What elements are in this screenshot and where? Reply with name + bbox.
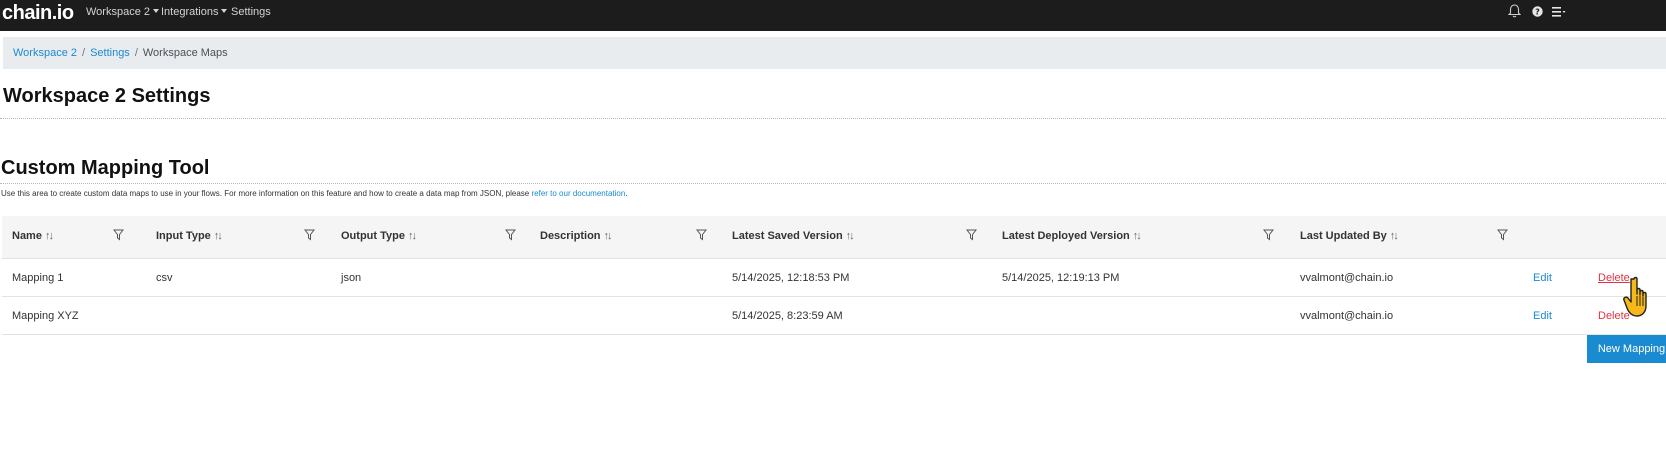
help-text: Use this area to create custom data maps…: [1, 189, 628, 198]
filter-icon[interactable]: [505, 229, 516, 241]
new-mapping-button[interactable]: New Mapping: [1587, 335, 1666, 363]
breadcrumb-separator: /: [82, 47, 86, 59]
sort-icon[interactable]: ↑↓: [604, 230, 613, 242]
table-header: Name ↑↓ Input Type ↑↓ Output Type ↑↓ Descri…: [2, 216, 1666, 259]
divider: [0, 183, 1666, 184]
column-header-description[interactable]: Description ↑↓: [540, 230, 613, 242]
sort-icon[interactable]: ↑↓: [408, 230, 417, 242]
breadcrumb-settings-link[interactable]: Settings: [90, 47, 130, 59]
menu-icon[interactable]: [1552, 7, 1566, 17]
sort-icon[interactable]: ↑↓: [45, 230, 54, 242]
page-title: Workspace 2 Settings: [3, 85, 211, 107]
breadcrumb: Workspace 2 / Settings / Workspace Maps: [13, 46, 228, 60]
column-header-name[interactable]: Name ↑↓: [12, 230, 54, 242]
sort-icon[interactable]: ↑↓: [846, 230, 855, 242]
nav-integrations-dropdown[interactable]: Integrations: [161, 5, 228, 19]
bell-icon[interactable]: [1508, 4, 1521, 18]
caret-down-icon: [153, 9, 159, 13]
column-header-last-updated-by[interactable]: Last Updated By ↑↓: [1300, 230, 1399, 242]
breadcrumb-current: Workspace Maps: [142, 47, 228, 59]
cell-updated-by: vvalmont@chain.io: [1300, 272, 1394, 284]
cell-input-type: csv: [156, 272, 173, 284]
filter-icon[interactable]: [696, 229, 707, 241]
filter-icon[interactable]: [1263, 229, 1274, 241]
caret-down-icon: [221, 9, 228, 13]
table-row: Mapping 1 csv json 5/14/2025, 12:18:53 P…: [2, 259, 1666, 297]
sort-icon[interactable]: ↑↓: [1390, 230, 1399, 242]
edit-link[interactable]: Edit: [1533, 272, 1552, 284]
cell-name: Mapping 1: [12, 272, 64, 284]
hand-cursor-icon: [1623, 276, 1647, 317]
chain-io-logo[interactable]: chain.io: [2, 2, 74, 25]
column-header-input-type[interactable]: Input Type ↑↓: [156, 230, 223, 242]
documentation-link[interactable]: refer to our documentation: [531, 189, 625, 198]
cell-latest-saved: 5/14/2025, 12:18:53 PM: [732, 272, 850, 284]
cell-latest-saved: 5/14/2025, 8:23:59 AM: [732, 310, 843, 322]
filter-icon[interactable]: [966, 229, 977, 241]
column-header-latest-saved[interactable]: Latest Saved Version ↑↓: [732, 230, 855, 242]
help-icon[interactable]: ?: [1532, 6, 1543, 17]
breadcrumb-bar: Workspace 2 / Settings / Workspace Maps: [3, 37, 1666, 69]
filter-icon[interactable]: [113, 229, 124, 241]
sort-icon[interactable]: ↑↓: [1133, 230, 1142, 242]
breadcrumb-workspace-link[interactable]: Workspace 2: [13, 47, 77, 59]
filter-icon[interactable]: [1497, 229, 1508, 241]
cell-updated-by: vvalmont@chain.io: [1300, 310, 1394, 322]
table-row: Mapping XYZ 5/14/2025, 8:23:59 AM vvalmo…: [2, 297, 1666, 335]
divider: [0, 118, 1666, 119]
edit-link[interactable]: Edit: [1533, 310, 1552, 322]
cell-output-type: json: [341, 272, 362, 284]
filter-icon[interactable]: [304, 229, 315, 241]
cell-name: Mapping XYZ: [12, 310, 79, 322]
nav-workspace-dropdown[interactable]: Workspace 2: [86, 5, 159, 19]
column-header-output-type[interactable]: Output Type ↑↓: [341, 230, 417, 242]
nav-settings-link[interactable]: Settings: [231, 5, 271, 19]
sort-icon[interactable]: ↑↓: [214, 230, 223, 242]
svg-text:?: ?: [1535, 8, 1540, 17]
breadcrumb-separator: /: [134, 47, 138, 59]
cell-latest-deployed: 5/14/2025, 12:19:13 PM: [1002, 272, 1120, 284]
column-header-latest-deployed[interactable]: Latest Deployed Version ↑↓: [1002, 230, 1142, 242]
top-navbar: chain.io Workspace 2 Integrations Settin…: [0, 0, 1666, 31]
section-title: Custom Mapping Tool: [1, 157, 210, 179]
